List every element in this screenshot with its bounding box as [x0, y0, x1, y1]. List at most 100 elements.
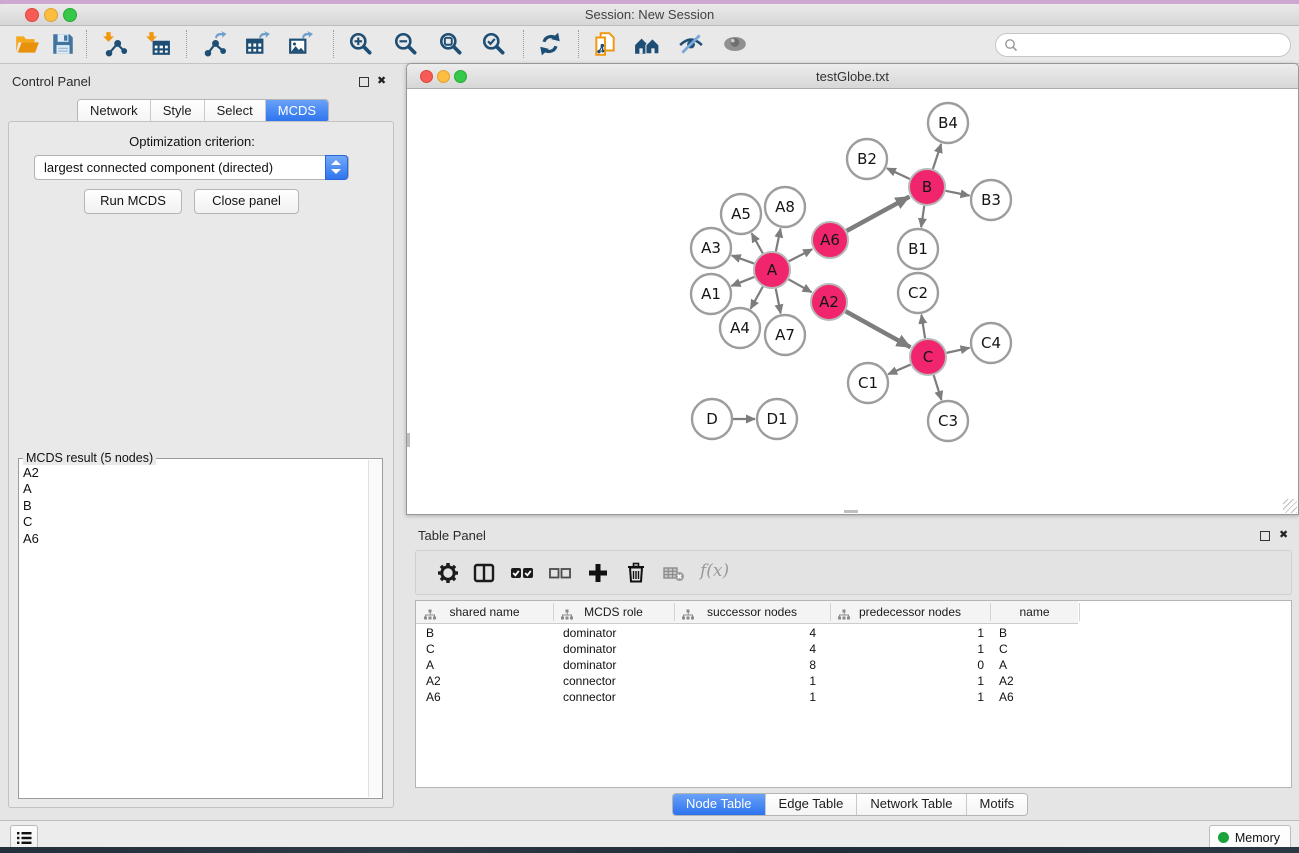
zoom-fit-icon[interactable]: [436, 29, 466, 59]
table-cell[interactable]: C: [426, 642, 546, 656]
graph-edge-B-B3[interactable]: [946, 191, 970, 196]
tab-select[interactable]: Select: [204, 100, 265, 122]
column-header-predecessor-nodes[interactable]: predecessor nodes: [830, 601, 990, 623]
graph-node-B4[interactable]: B4: [928, 103, 968, 143]
graph-edge-B-B1[interactable]: [921, 206, 924, 227]
mcds-result-scrollbar[interactable]: [368, 460, 382, 797]
graph-edge-A2-C[interactable]: [846, 311, 911, 347]
add-row-icon[interactable]: [582, 557, 614, 589]
graph-edge-A-A1[interactable]: [731, 277, 754, 286]
float-panel-icon[interactable]: [359, 77, 369, 87]
graph-node-D[interactable]: D: [692, 399, 732, 439]
table-row-C[interactable]: Cdominator4 1 C: [416, 641, 1276, 657]
table-cell[interactable]: A: [999, 658, 1089, 672]
graph-node-C[interactable]: C: [910, 339, 946, 375]
refresh-icon[interactable]: [535, 29, 565, 59]
function-builder-icon[interactable]: f(x): [700, 561, 729, 581]
graph-node-A1[interactable]: A1: [691, 274, 731, 314]
graph-edge-A-A3[interactable]: [732, 255, 754, 263]
graph-edge-C-C4[interactable]: [947, 348, 970, 353]
graph-edge-B-B4[interactable]: [933, 144, 941, 169]
graph-edge-A-A5[interactable]: [752, 233, 763, 253]
zoom-in-icon[interactable]: [346, 29, 376, 59]
table-row-A2[interactable]: A2connector11A2: [416, 673, 1276, 689]
table-row-A6[interactable]: A6connector11A6: [416, 689, 1276, 705]
tab-mcds[interactable]: MCDS: [265, 100, 328, 122]
graph-node-C3[interactable]: C3: [928, 401, 968, 441]
table-options-gear-icon[interactable]: [432, 557, 464, 589]
table-cell[interactable]: 1: [666, 690, 816, 704]
column-header-successor-nodes[interactable]: successor nodes: [674, 601, 830, 623]
column-header-shared-name[interactable]: shared name: [416, 601, 553, 623]
import-table-icon[interactable]: [143, 29, 173, 59]
table-cell[interactable]: C: [999, 642, 1089, 656]
graph-edge-A-A2[interactable]: [789, 279, 812, 292]
table-cell[interactable]: 1: [836, 642, 984, 656]
home-icon[interactable]: [632, 29, 662, 59]
graph-node-A4[interactable]: A4: [720, 308, 760, 348]
tab-edge-table[interactable]: Edge Table: [765, 794, 857, 815]
table-cell[interactable]: 1: [666, 674, 816, 688]
graph-node-A5[interactable]: A5: [721, 194, 761, 234]
table-cell[interactable]: dominator: [563, 642, 663, 656]
export-table-icon[interactable]: [243, 29, 273, 59]
graph-edge-B-B2[interactable]: [887, 168, 910, 179]
graph-node-C2[interactable]: C2: [898, 273, 938, 313]
table-cell[interactable]: connector: [563, 690, 663, 704]
select-all-icon[interactable]: [506, 557, 538, 589]
delete-row-trash-icon[interactable]: [620, 557, 652, 589]
graph-node-B[interactable]: B: [909, 169, 945, 205]
graph-node-A3[interactable]: A3: [691, 228, 731, 268]
graph-node-B3[interactable]: B3: [971, 180, 1011, 220]
save-session-icon[interactable]: [48, 29, 78, 59]
graph-edge-A-A4[interactable]: [751, 287, 763, 309]
hide-selected-eye-icon[interactable]: [676, 29, 706, 59]
table-cell[interactable]: 1: [836, 690, 984, 704]
float-table-panel-icon[interactable]: [1260, 531, 1270, 541]
graph-node-A6[interactable]: A6: [812, 222, 848, 258]
graph-edge-C-C3[interactable]: [934, 375, 942, 400]
table-cell[interactable]: A2: [426, 674, 546, 688]
import-network-icon[interactable]: [100, 29, 130, 59]
delete-table-icon[interactable]: [658, 557, 690, 589]
graph-node-A7[interactable]: A7: [765, 315, 805, 355]
table-cell[interactable]: connector: [563, 674, 663, 688]
tab-network[interactable]: Network: [78, 100, 150, 122]
graph-node-A[interactable]: A: [754, 252, 790, 288]
graph-node-B1[interactable]: B1: [898, 229, 938, 269]
close-panel-button[interactable]: Close panel: [194, 189, 299, 214]
graph-node-C1[interactable]: C1: [848, 363, 888, 403]
table-cell[interactable]: A: [426, 658, 546, 672]
column-header-MCDS-role[interactable]: MCDS role: [553, 601, 674, 623]
table-cell[interactable]: 1: [836, 674, 984, 688]
graph-edge-C-C2[interactable]: [921, 315, 925, 338]
graph-node-A8[interactable]: A8: [765, 187, 805, 227]
graph-edge-A-A6[interactable]: [789, 249, 812, 261]
tab-network-table[interactable]: Network Table: [856, 794, 965, 815]
table-cell[interactable]: B: [999, 626, 1089, 640]
tab-style[interactable]: Style: [150, 100, 204, 122]
table-cell[interactable]: A6: [999, 690, 1089, 704]
table-cell[interactable]: A6: [426, 690, 546, 704]
run-mcds-button[interactable]: Run MCDS: [84, 189, 182, 214]
export-image-icon[interactable]: [286, 29, 316, 59]
table-cell[interactable]: dominator: [563, 658, 663, 672]
table-cell[interactable]: 4: [666, 642, 816, 656]
table-row-A[interactable]: Adominator80A: [416, 657, 1276, 673]
zoom-out-icon[interactable]: [391, 29, 421, 59]
network-canvas[interactable]: B4B2BB3B1A5A8A6A3AA1A2A4A7C2CC4C1C3DD1: [407, 89, 1296, 513]
graph-node-C4[interactable]: C4: [971, 323, 1011, 363]
table-cell[interactable]: 8: [666, 658, 816, 672]
close-table-panel-icon[interactable]: ✖: [1279, 530, 1288, 540]
graph-edge-A6-B[interactable]: [847, 197, 910, 231]
table-cell[interactable]: 1: [836, 626, 984, 640]
open-file-icon[interactable]: [12, 29, 42, 59]
network-window-titlebar[interactable]: testGlobe.txt: [407, 64, 1298, 89]
graph-edge-A-A8[interactable]: [776, 229, 781, 252]
graph-edge-C-C1[interactable]: [888, 365, 910, 375]
graph-node-D1[interactable]: D1: [757, 399, 797, 439]
window-resize-grip[interactable]: [1283, 499, 1297, 513]
graph-node-B2[interactable]: B2: [847, 139, 887, 179]
show-eye-icon[interactable]: [720, 29, 750, 59]
graph-edge-A-A7[interactable]: [776, 289, 781, 314]
